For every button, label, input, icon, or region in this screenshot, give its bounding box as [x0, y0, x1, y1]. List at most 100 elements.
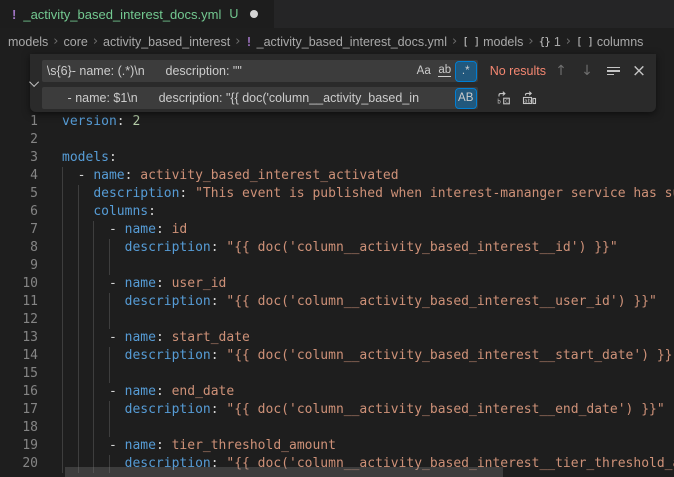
- breadcrumb-item-activity-based-interest[interactable]: activity_based_interest: [103, 35, 230, 49]
- code-line[interactable]: 14 description: "{{ doc('column__activit…: [0, 347, 674, 365]
- unsaved-changes-dot-icon[interactable]: [250, 10, 258, 18]
- replace-button[interactable]: c b: [492, 87, 514, 109]
- line-number: 5: [0, 185, 38, 203]
- find-replace-widget: \s{6}- name: (.*)\n description: "" Aa a…: [30, 54, 656, 112]
- array-symbol-icon: [ ]: [462, 35, 479, 48]
- breadcrumb-item-core[interactable]: core: [64, 35, 88, 49]
- breadcrumb-separator-icon: ›: [566, 34, 571, 49]
- code-line[interactable]: 11 description: "{{ doc('column__activit…: [0, 293, 674, 311]
- toggle-replace-button[interactable]: [30, 54, 42, 112]
- line-number: 12: [0, 311, 38, 329]
- breadcrumb-item-models[interactable]: models: [8, 35, 48, 49]
- line-number: 9: [0, 257, 38, 275]
- indent-guide: [62, 419, 63, 437]
- line-number: 3: [0, 149, 38, 167]
- indent-guide: [93, 365, 94, 383]
- code-line-text: - name: activity_based_interest_activate…: [62, 167, 399, 185]
- code-line[interactable]: 18: [0, 419, 674, 437]
- indent-guide: [78, 311, 79, 329]
- code-line[interactable]: 19 - name: tier_threshold_amount: [0, 437, 674, 455]
- breadcrumb-label: core: [64, 35, 88, 49]
- code-line[interactable]: 16 - name: end_date: [0, 383, 674, 401]
- code-line[interactable]: 10 - name: user_id: [0, 275, 674, 293]
- indent-guide: [78, 419, 79, 437]
- indent-guide: [109, 257, 110, 275]
- line-number: 6: [0, 203, 38, 221]
- regex-button[interactable]: .*: [456, 62, 476, 81]
- code-line[interactable]: 2: [0, 131, 674, 149]
- line-number: 19: [0, 437, 38, 455]
- code-line[interactable]: 17 description: "{{ doc('column__activit…: [0, 401, 674, 419]
- code-line[interactable]: 3 models:: [0, 149, 674, 167]
- code-line[interactable]: 6 columns:: [0, 203, 674, 221]
- code-line-text: models:: [62, 149, 117, 167]
- code-line[interactable]: 1 version: 2: [0, 113, 674, 131]
- code-line[interactable]: 15: [0, 365, 674, 383]
- code-line[interactable]: 7 - name: id: [0, 221, 674, 239]
- previous-match-button[interactable]: ↑: [550, 60, 572, 82]
- code-line[interactable]: 9: [0, 257, 674, 275]
- code-line-text: - name: id: [62, 221, 187, 239]
- code-line[interactable]: 5 description: "This event is published …: [0, 185, 674, 203]
- match-case-button[interactable]: Aa: [414, 62, 434, 81]
- find-in-selection-button[interactable]: [602, 60, 624, 82]
- preserve-case-button[interactable]: AB: [456, 89, 476, 108]
- yaml-file-icon: !: [12, 7, 16, 22]
- line-number: 8: [0, 239, 38, 257]
- code-line-text: version: 2: [62, 113, 140, 131]
- line-number: 11: [0, 293, 38, 311]
- breadcrumb-separator-icon: ›: [93, 34, 98, 49]
- code-line-text: description: "{{ doc('column__activity_b…: [62, 401, 665, 419]
- breadcrumb-separator-icon: ›: [528, 34, 533, 49]
- breadcrumb-item-1[interactable]: {} 1: [539, 35, 561, 49]
- code-line-text: description: "This event is published wh…: [62, 185, 674, 203]
- find-input[interactable]: \s{6}- name: (.*)\n description: "" Aa a…: [42, 60, 478, 82]
- line-number: 1: [0, 113, 38, 131]
- replace-all-icon: ab: [521, 90, 537, 106]
- find-results-status: No results: [490, 64, 546, 78]
- editor-pane[interactable]: 1 version: 223 models:4 - name: activity_b…: [0, 55, 674, 477]
- code-line-text: description: "{{ doc('column__activity_b…: [62, 347, 674, 365]
- whole-word-button[interactable]: ab: [435, 62, 455, 81]
- indent-guide: [93, 257, 94, 275]
- object-symbol-icon: {}: [539, 35, 550, 48]
- breadcrumb-item-columns[interactable]: [ ]columns: [576, 35, 643, 49]
- breadcrumb-item-models[interactable]: [ ] models: [462, 35, 523, 49]
- tab-activity-based-interest-docs[interactable]: ! _activity_based_interest_docs.yml U: [0, 0, 274, 28]
- array-symbol-icon: [ ]: [576, 35, 593, 48]
- line-number: 20: [0, 455, 38, 473]
- close-button[interactable]: ×: [628, 60, 650, 82]
- indent-guide: [78, 365, 79, 383]
- breadcrumb-label: activity_based_interest: [103, 35, 230, 49]
- replace-all-button[interactable]: ab: [518, 87, 540, 109]
- line-number: 18: [0, 419, 38, 437]
- next-match-button[interactable]: ↓: [576, 60, 598, 82]
- yaml-symbol-icon: !: [245, 35, 252, 49]
- code-line[interactable]: 4 - name: activity_based_interest_activa…: [0, 167, 674, 185]
- breadcrumb-label: 1: [554, 35, 561, 49]
- code-line[interactable]: 13 - name: start_date: [0, 329, 674, 347]
- find-query-text: \s{6}- name: (.*)\n description: "": [47, 64, 413, 78]
- indent-guide: [109, 419, 110, 437]
- svg-text:ab: ab: [524, 98, 531, 104]
- indent-guide: [78, 257, 79, 275]
- tab-filename: _activity_based_interest_docs.yml: [23, 7, 221, 22]
- chevron-down-icon: [29, 77, 39, 87]
- horizontal-scrollbar[interactable]: [65, 467, 503, 477]
- breadcrumb-item--activity-based-interest-docs-yml[interactable]: !_activity_based_interest_docs.yml: [245, 35, 447, 49]
- replace-input[interactable]: - name: $1\n description: "{{ doc('colum…: [42, 87, 478, 109]
- code-line-text: description: "{{ doc('column__activity_b…: [62, 293, 657, 311]
- line-number: 14: [0, 347, 38, 365]
- code-line-text: - name: user_id: [62, 275, 226, 293]
- code-line[interactable]: 8 description: "{{ doc('column__activity…: [0, 239, 674, 257]
- vscode-window: ! _activity_based_interest_docs.yml U mo…: [0, 0, 674, 477]
- breadcrumb-label: models: [483, 35, 523, 49]
- replace-value-text: - name: $1\n description: "{{ doc('colum…: [47, 91, 455, 105]
- replace-icon: c b: [495, 90, 511, 106]
- svg-text:c: c: [505, 99, 508, 105]
- line-number: 15: [0, 365, 38, 383]
- breadcrumb-separator-icon: ›: [452, 34, 457, 49]
- code-line[interactable]: 12: [0, 311, 674, 329]
- code-content: 1 version: 223 models:4 - name: activity_b…: [0, 113, 674, 473]
- breadcrumb-separator-icon: ›: [235, 34, 240, 49]
